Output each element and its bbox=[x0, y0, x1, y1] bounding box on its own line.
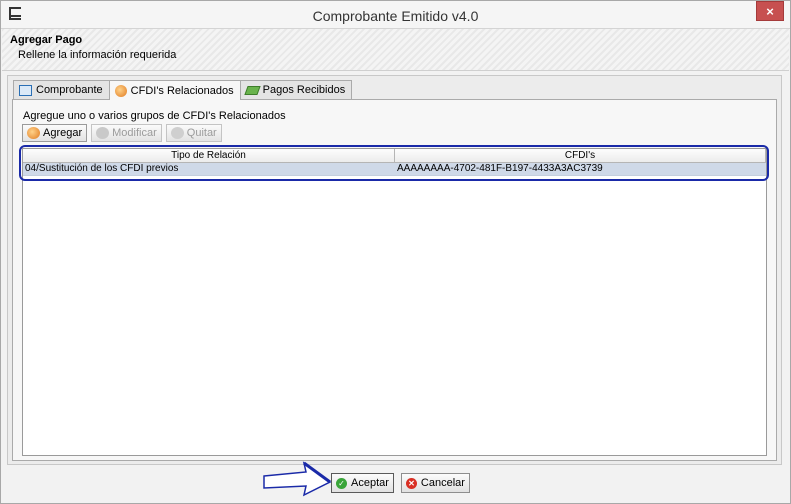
cancel-button[interactable]: ✕ Cancelar bbox=[400, 473, 470, 493]
toolbar: Agregar Modificar Quitar bbox=[22, 124, 222, 142]
add-icon bbox=[27, 127, 40, 139]
close-button[interactable]: × bbox=[756, 1, 784, 21]
add-label: Agregar bbox=[43, 127, 83, 139]
modify-button[interactable]: Modificar bbox=[91, 124, 162, 142]
tab-comprobante[interactable]: Comprobante bbox=[13, 80, 110, 99]
remove-label: Quitar bbox=[186, 127, 217, 139]
tab-pagos-recibidos[interactable]: Pagos Recibidos bbox=[239, 80, 353, 99]
document-icon bbox=[19, 84, 32, 96]
arrow-annotation-icon bbox=[263, 461, 332, 497]
remove-icon bbox=[170, 127, 184, 139]
table-header: Tipo de Relación CFDI's bbox=[23, 149, 766, 163]
header-subtitle: Rellene la información requerida bbox=[18, 49, 177, 61]
check-icon: ✓ bbox=[336, 477, 347, 489]
tab-label: Pagos Recibidos bbox=[262, 84, 346, 96]
edit-icon bbox=[96, 127, 110, 139]
accept-button[interactable]: ✓ Aceptar bbox=[331, 473, 394, 493]
cfdi-icon bbox=[114, 84, 127, 97]
footer-buttons: ✓ Aceptar ✕ Cancelar bbox=[331, 473, 470, 493]
window-title: Comprobante Emitido v4.0 bbox=[312, 8, 479, 24]
add-button[interactable]: Agregar bbox=[22, 124, 88, 142]
modify-label: Modificar bbox=[112, 127, 157, 139]
column-header-tipo[interactable]: Tipo de Relación bbox=[23, 149, 395, 163]
cancel-icon: ✕ bbox=[405, 477, 417, 489]
header-title: Agregar Pago bbox=[10, 34, 83, 46]
instruction-text: Agregue uno o varios grupos de CFDI's Re… bbox=[23, 110, 286, 122]
header-band: Agregar Pago Rellene la información requ… bbox=[2, 29, 789, 71]
tab-cfdi-relacionados[interactable]: CFDI's Relacionados bbox=[108, 80, 241, 100]
table-row[interactable]: 04/Sustitución de los CFDI previos AAAAA… bbox=[23, 163, 766, 176]
tab-strip: Comprobante CFDI's Relacionados Pagos Re… bbox=[13, 80, 353, 100]
tab-label: CFDI's Relacionados bbox=[130, 84, 234, 97]
money-icon bbox=[244, 85, 261, 95]
cancel-label: Cancelar bbox=[420, 477, 465, 489]
column-header-cfdis[interactable]: CFDI's bbox=[395, 149, 766, 163]
tab-label: Comprobante bbox=[36, 84, 103, 96]
remove-button[interactable]: Quitar bbox=[165, 124, 222, 142]
cell-tipo-relacion: 04/Sustitución de los CFDI previos bbox=[25, 163, 179, 174]
cell-cfdi-uuid: AAAAAAAA-4702-481F-B197-4433A3AC3739 bbox=[397, 163, 603, 174]
title-bar: Comprobante Emitido v4.0 × bbox=[1, 1, 790, 29]
accept-label: Aceptar bbox=[351, 477, 389, 489]
cfdi-table: Tipo de Relación CFDI's 04/Sustitución d… bbox=[22, 148, 767, 456]
